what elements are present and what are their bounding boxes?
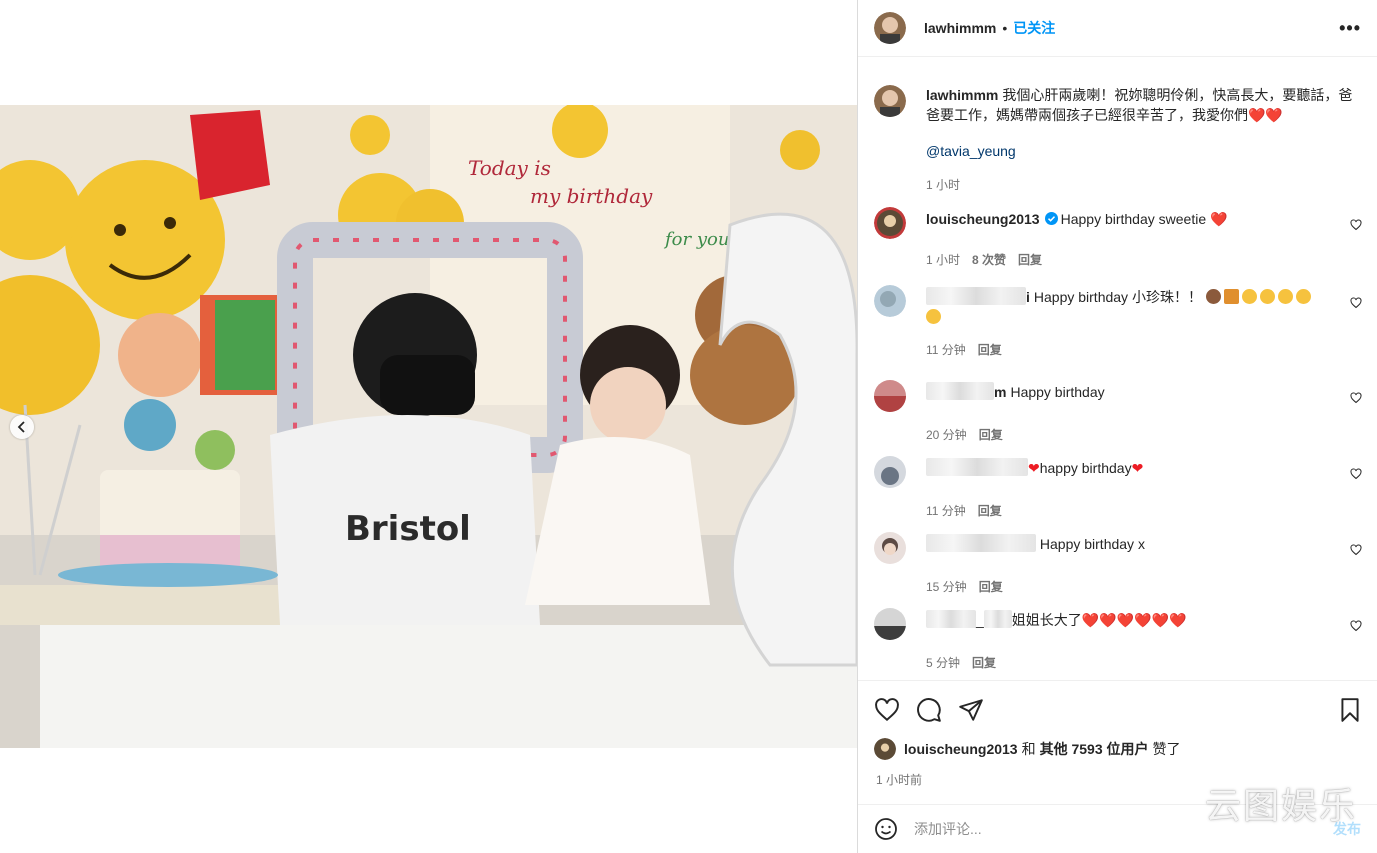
blurred-username [926,534,1036,552]
comment-hearts: ❤️ [1210,211,1228,227]
like-heart-icon[interactable] [874,697,900,723]
comment-likes-count[interactable]: 8 次赞 [972,251,1006,268]
svg-text:for you: for you [663,229,729,250]
comment-hearts: ❤️❤️❤️❤️❤️❤️ [1081,612,1187,628]
avatar[interactable] [874,12,906,44]
post-photo[interactable]: Today is my birthday for you Bristol [0,105,857,748]
comment-text: Happy birthday sweetie [1060,211,1207,227]
comment-username[interactable]: i [1026,289,1030,305]
avatar[interactable] [874,738,896,760]
comment-time: 15 分钟 [926,580,967,594]
reply-button[interactable]: 回复 [978,341,1002,358]
reply-button[interactable]: 回复 [1018,251,1042,268]
more-options-icon[interactable]: ••• [1339,18,1361,39]
reply-button[interactable]: 回复 [972,654,996,671]
smiling-face-emoji-icon [1295,289,1311,304]
blurred-username [983,610,1012,628]
verified-badge-icon [1044,212,1058,225]
comment-item: Happy birthday x 15 分钟 回复 [874,532,1362,595]
cake-emoji-icon [1205,289,1221,304]
reply-button[interactable]: 回复 [978,502,1002,519]
likes-suffix: 赞了 [1152,741,1181,757]
avatar[interactable] [874,285,906,317]
svg-text:my birthday: my birthday [530,184,653,208]
comment-item: ❤happy birthday❤ 11 分钟 回复 [874,456,1362,519]
avatar[interactable] [874,532,906,564]
avatar[interactable] [874,85,906,117]
comment-username[interactable]: m [994,384,1006,400]
blurred-username [926,382,994,400]
blurred-username [926,610,976,628]
mention-link[interactable]: @tavia_yeung [926,141,1356,161]
comment-text: Happy birthday 小珍珠！！ [1033,289,1202,305]
smiling-face-emoji-icon [926,309,941,324]
follow-status-button[interactable]: 已关注 [1013,18,1055,38]
comment-text: Happy birthday x [1039,536,1145,552]
party-popper-emoji-icon [1223,289,1239,304]
comment-bubble-icon[interactable] [916,697,942,723]
like-comment-heart-icon[interactable] [1350,468,1362,480]
likes-user-link[interactable]: louischeung2013 [904,741,1018,757]
comment-time: 11 分钟 [926,504,966,518]
likes-summary: louischeung2013 和 其他 7593 位用户 赞了 [874,738,1181,760]
comment-text: Happy birthday [1010,384,1105,400]
like-comment-heart-icon[interactable] [1350,219,1362,231]
comment-username[interactable]: louischeung2013 [926,211,1040,227]
comment-text: 姐姐长大了 [1011,612,1082,628]
comment-item: _ 姐姐长大了❤️❤️❤️❤️❤️❤️ 5 分钟 回复 [874,608,1362,671]
media-area: Today is my birthday for you Bristol [0,0,857,853]
caption-username[interactable]: lawhimmm [926,87,998,103]
share-send-icon[interactable] [958,697,984,723]
chevron-left-icon [17,421,25,433]
smiling-face-emoji-icon [1277,289,1293,304]
previous-photo-button[interactable] [10,415,34,439]
avatar[interactable] [874,456,906,488]
post-side-panel: lawhimmm • 已关注 ••• lawhimmm 我個心肝兩歲喇！祝妳聰明伶… [857,0,1377,853]
avatar[interactable] [874,207,906,239]
like-comment-heart-icon[interactable] [1350,544,1362,556]
svg-text:Bristol: Bristol [345,509,471,549]
comment-prefix: _ [976,612,984,628]
comments-list[interactable]: lawhimmm 我個心肝兩歲喇！祝妳聰明伶俐，快高長大，要聽話，爸爸要工作，媽媽… [858,57,1377,679]
caption-hearts: ❤️❤️ [1248,107,1283,123]
like-comment-heart-icon[interactable] [1350,297,1362,309]
likes-connector: 和 [1021,741,1036,757]
comment-time: 20 分钟 [926,428,967,442]
post-action-bar [858,680,1377,736]
comment-time: 11 分钟 [926,343,966,357]
avatar[interactable] [874,380,906,412]
comment-item: i Happy birthday 小珍珠！！ 11 分钟 回复 [874,285,1362,358]
post-caption: lawhimmm 我個心肝兩歲喇！祝妳聰明伶俐，快高長大，要聽話，爸爸要工作，媽媽… [858,57,1377,195]
heart-emoji: ❤ [1131,460,1144,476]
comment-item: m Happy birthday 20 分钟 回复 [874,380,1362,443]
heart-emoji: ❤ [1028,460,1040,476]
comment-text: happy birthday [1039,460,1132,476]
party-face-emoji-icon [1241,289,1257,304]
avatar[interactable] [874,608,906,640]
comment-time: 1 小时 [926,253,961,267]
like-comment-heart-icon[interactable] [1350,392,1362,404]
comment-item: louischeung2013 Happy birthday sweetie ❤️… [874,207,1362,268]
reply-button[interactable]: 回复 [979,578,1003,595]
blurred-username [926,287,1026,305]
bookmark-save-icon[interactable] [1337,697,1363,723]
svg-text:Today is: Today is [468,156,551,180]
party-face-emoji-icon [1259,289,1275,304]
posted-time: 1 小时前 [876,773,923,787]
comment-input[interactable] [914,821,1294,837]
separator-dot: • [1002,20,1008,36]
emoji-picker-icon[interactable] [874,817,898,841]
post-header: lawhimmm • 已关注 ••• [858,0,1377,57]
blurred-username [926,458,1028,476]
reply-button[interactable]: 回复 [979,426,1003,443]
post-comment-button[interactable]: 发布 [1333,819,1361,839]
likes-others-link[interactable]: 其他 7593 位用户 [1040,739,1149,759]
add-comment-bar: 发布 [858,804,1377,853]
post-author-username[interactable]: lawhimmm [924,20,996,36]
like-comment-heart-icon[interactable] [1350,620,1362,632]
comment-time: 5 分钟 [926,656,961,670]
caption-time: 1 小时 [926,178,961,192]
